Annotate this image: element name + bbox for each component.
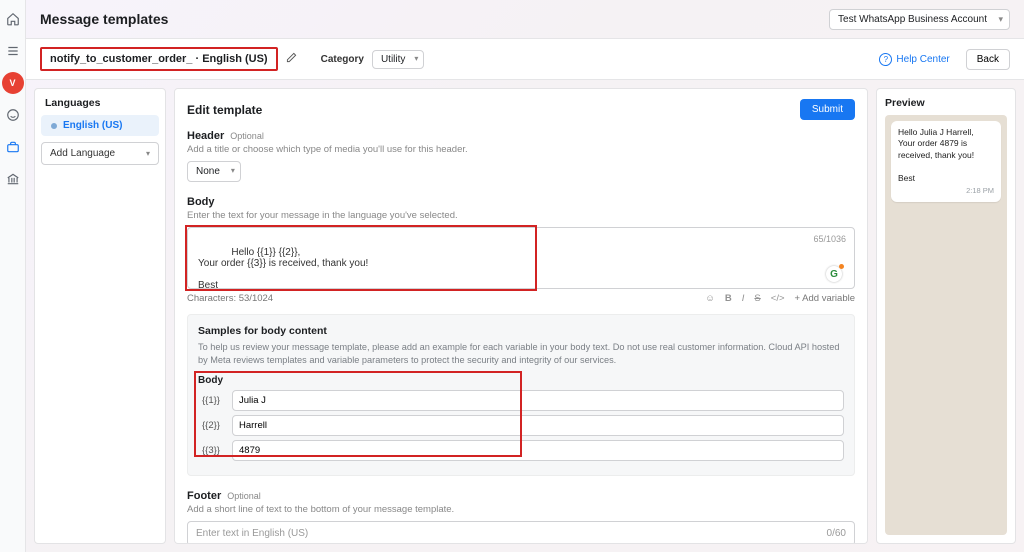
template-name: notify_to_customer_order_ · English (US) (40, 47, 278, 71)
menu-icon[interactable] (2, 40, 24, 62)
preview-heading: Preview (885, 97, 1007, 109)
edit-name-icon[interactable] (286, 52, 297, 66)
footer-section-title: Footer Optional (187, 490, 855, 502)
top-bar: Message templates Test WhatsApp Business… (26, 0, 1024, 38)
samples-title: Samples for body content (198, 325, 844, 337)
preview-bubble: Hello Julia J Harrell, Your order 4879 i… (891, 121, 1001, 202)
smile-icon[interactable] (2, 104, 24, 126)
submit-button[interactable]: Submit (800, 99, 855, 120)
sample-var-3-input[interactable] (232, 440, 844, 461)
add-language-select[interactable]: Add Language (41, 142, 159, 165)
italic-icon[interactable]: I (742, 293, 745, 304)
preview-time: 2:18 PM (898, 186, 994, 196)
sample-var-1-input[interactable] (232, 390, 844, 411)
samples-panel: Samples for body content To help us revi… (187, 314, 855, 476)
code-icon[interactable]: </> (771, 293, 785, 304)
page-title: Message templates (40, 11, 168, 27)
add-variable-button[interactable]: + Add variable (795, 293, 855, 304)
body-toolbar: Characters: 53/1024 ☺ B I S </> + Add va… (187, 293, 855, 304)
preview-canvas: Hello Julia J Harrell, Your order 4879 i… (885, 115, 1007, 535)
body-textarea[interactable]: Hello {{1}} {{2}}, Your order {{3}} is r… (187, 227, 855, 289)
header-section-desc: Add a title or choose which type of medi… (187, 144, 855, 155)
preview-panel: Preview Hello Julia J Harrell, Your orde… (876, 88, 1016, 544)
languages-panel: Languages English (US) Add Language (34, 88, 166, 544)
footer-count: 0/60 (827, 528, 846, 539)
body-char-ratio: 65/1036 (813, 234, 846, 244)
footer-section-desc: Add a short line of text to the bottom o… (187, 504, 855, 515)
nav-rail: V (0, 0, 26, 552)
category-select[interactable]: Utility (372, 50, 424, 69)
editor-panel: Edit template Submit Header Optional Add… (174, 88, 868, 544)
bold-icon[interactable]: B (725, 293, 732, 304)
footer-input[interactable]: Enter text in English (US) 0/60 (187, 521, 855, 544)
header-type-select[interactable]: None (187, 161, 241, 182)
sub-bar: notify_to_customer_order_ · English (US)… (26, 38, 1024, 80)
back-button[interactable]: Back (966, 49, 1010, 70)
header-section-title: Header Optional (187, 130, 855, 142)
toolbox-icon[interactable] (2, 136, 24, 158)
editor-title: Edit template (187, 103, 262, 117)
strike-icon[interactable]: S (754, 293, 760, 304)
avatar[interactable]: V (2, 72, 24, 94)
sample-var-row: {{1}} (198, 390, 844, 411)
sample-var-2-input[interactable] (232, 415, 844, 436)
grammarly-icon[interactable]: G (826, 266, 842, 282)
category-label: Category (321, 54, 364, 65)
language-item-selected[interactable]: English (US) (41, 115, 159, 136)
help-center-link[interactable]: Help Center (879, 53, 949, 66)
samples-body-label: Body (198, 375, 844, 386)
body-section-title: Body (187, 196, 855, 208)
emoji-icon[interactable]: ☺ (705, 293, 715, 304)
bank-icon[interactable] (2, 168, 24, 190)
account-selector[interactable]: Test WhatsApp Business Account (829, 9, 1010, 30)
sample-var-row: {{2}} (198, 415, 844, 436)
samples-desc: To help us review your message template,… (198, 341, 844, 367)
home-icon[interactable] (2, 8, 24, 30)
sample-var-row: {{3}} (198, 440, 844, 461)
languages-heading: Languages (35, 97, 165, 115)
body-section-desc: Enter the text for your message in the l… (187, 210, 855, 221)
